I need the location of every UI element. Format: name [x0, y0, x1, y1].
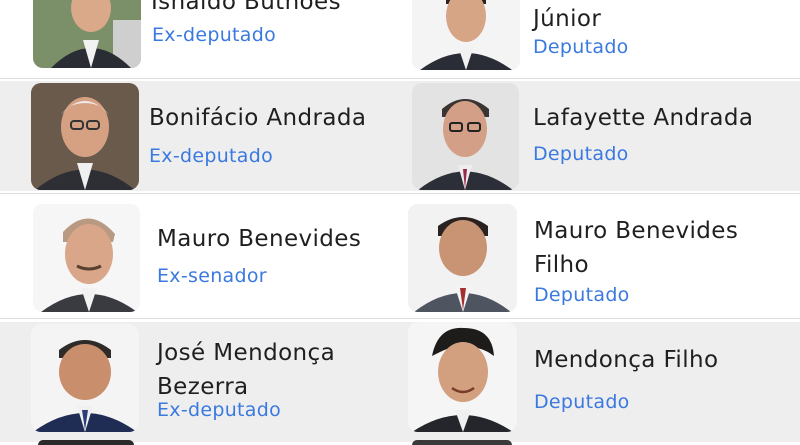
row-divider [0, 318, 800, 319]
avatar [412, 83, 519, 190]
politician-role: Deputado [534, 391, 630, 413]
politician-name-line2: Filho [534, 252, 589, 278]
next-avatar-peek [38, 440, 134, 445]
avatar [31, 83, 139, 190]
politician-name: José Mendonça [157, 340, 336, 366]
politician-role: Deputado [533, 143, 629, 165]
politician-name: Lafayette Andrada [533, 105, 754, 131]
avatar [408, 322, 517, 432]
politician-card[interactable]: Mauro Benevides Ex-senador [0, 196, 400, 316]
politician-card[interactable]: Ishaldo Buthões Ex-deputado [0, 0, 400, 74]
row-divider [0, 78, 800, 79]
avatar [408, 204, 517, 312]
politician-card[interactable]: Mendonça Filho Deputado [400, 322, 800, 442]
politician-name: Mauro Benevides [157, 226, 362, 252]
politician-role: Ex-deputado [149, 145, 274, 167]
politician-role: Ex-deputado [152, 24, 277, 46]
politician-name: Ishaldo Buthões [151, 0, 341, 15]
avatar [33, 0, 141, 68]
politician-name: Mendonça Filho [534, 347, 719, 373]
politician-card[interactable]: Lafayette Andrada Deputado [400, 81, 800, 191]
politician-role: Ex-deputado [157, 399, 282, 421]
politician-card[interactable]: Bonifácio Andrada Ex-deputado [0, 81, 400, 191]
politician-role: Deputado [533, 36, 629, 58]
politician-card[interactable]: Júnior Deputado [400, 0, 800, 74]
avatar [31, 324, 139, 432]
politician-name: Mauro Benevides [534, 218, 739, 244]
politician-role: Deputado [534, 284, 630, 306]
politician-role: Ex-senador [157, 265, 267, 287]
politician-card[interactable]: Mauro Benevides Filho Deputado [400, 196, 800, 316]
politician-name: Júnior [533, 6, 602, 32]
politician-name: Bonifácio Andrada [149, 105, 367, 131]
avatar [412, 0, 520, 70]
row-divider [0, 193, 800, 194]
next-avatar-peek [412, 440, 512, 445]
avatar [33, 204, 140, 312]
politician-card[interactable]: José Mendonça Bezerra Ex-deputado [0, 322, 400, 442]
